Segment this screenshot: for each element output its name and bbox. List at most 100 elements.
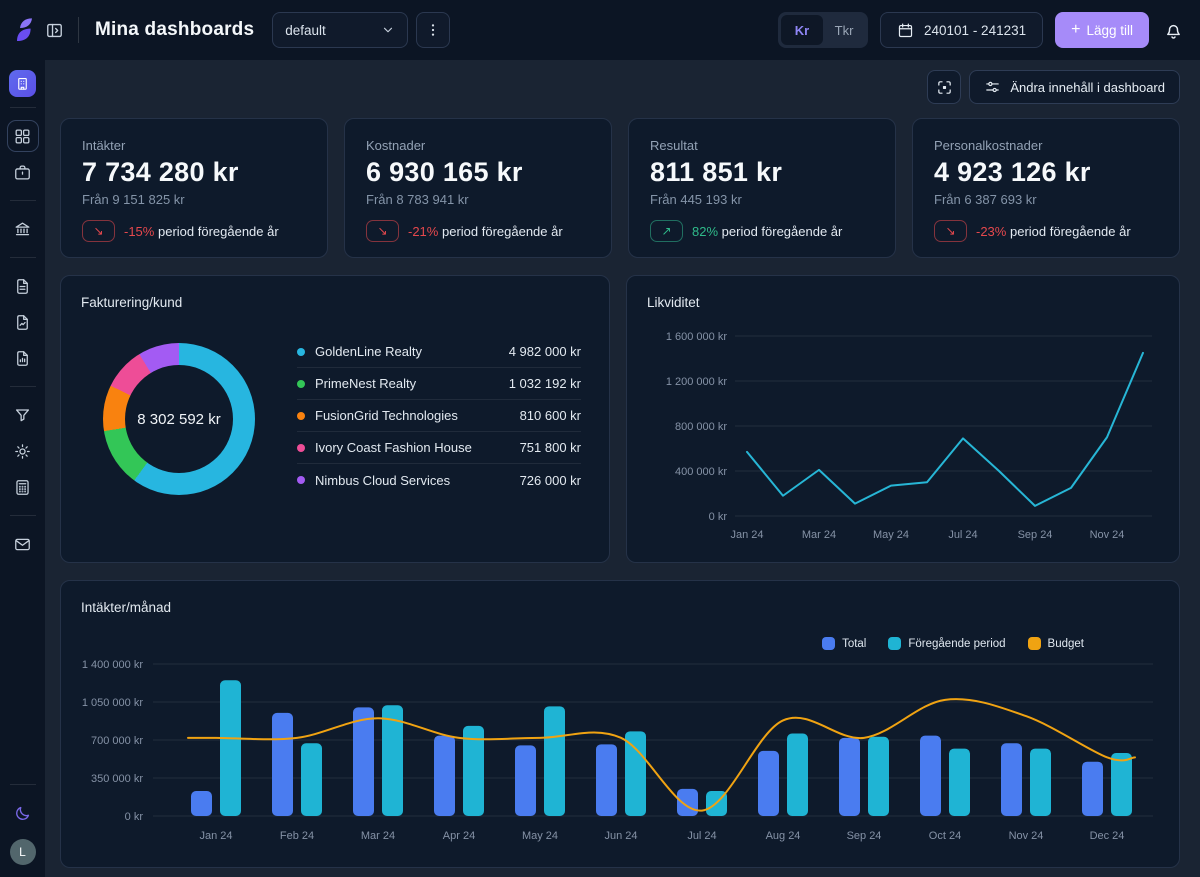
legend-row[interactable]: Ivory Coast Fashion House 751 800 kr	[297, 432, 581, 464]
svg-text:May 24: May 24	[873, 529, 909, 541]
svg-text:Sep 24: Sep 24	[1018, 529, 1053, 541]
donut-total: 8 302 592 kr	[103, 343, 255, 495]
trend-badge: ↘	[934, 220, 967, 242]
trend-badge: ↗	[650, 220, 683, 242]
chevron-down-icon	[381, 23, 395, 37]
legend-chip	[888, 637, 901, 650]
kpi-trend-row: ↘ -23% period föregående år	[934, 220, 1158, 242]
kpi-title: Intäkter	[82, 138, 306, 153]
bar-total[interactable]	[677, 789, 698, 816]
kpi-trend-row: ↘ -15% period föregående år	[82, 220, 306, 242]
sidebar-item-filter[interactable]	[7, 399, 39, 431]
customer-value: 1 032 192 kr	[509, 376, 581, 391]
bar-previous-period[interactable]	[544, 706, 565, 816]
kpi-change-percent: 82%	[692, 224, 718, 239]
bar-total[interactable]	[434, 736, 455, 816]
kpi-change-percent: -23%	[976, 224, 1006, 239]
customer-name: PrimeNest Realty	[315, 376, 416, 391]
invoicing-per-customer-card: Fakturering/kund 8 302 592 kr GoldenLine…	[60, 275, 610, 563]
bar-previous-period[interactable]	[949, 749, 970, 816]
trend-badge: ↘	[82, 220, 115, 242]
bar-total[interactable]	[353, 707, 374, 816]
unit-toggle-kr[interactable]: Kr	[781, 15, 823, 45]
svg-text:700 000 kr: 700 000 kr	[91, 735, 143, 747]
svg-text:Nov 24: Nov 24	[1090, 529, 1125, 541]
bar-total[interactable]	[515, 745, 536, 816]
sidebar-divider	[10, 107, 36, 108]
legend-row[interactable]: FusionGrid Technologies 810 600 kr	[297, 400, 581, 432]
donut-legend: GoldenLine Realty 4 982 000 kr PrimeNest…	[297, 336, 581, 496]
sidebar-item-mail[interactable]	[7, 528, 39, 560]
kpi-change-percent: -15%	[124, 224, 154, 239]
kpi-previous-value: Från 8 783 941 kr	[366, 192, 590, 207]
sidebar-toggle-button[interactable]	[45, 21, 64, 40]
fullscreen-button[interactable]	[927, 70, 961, 104]
flame-logo-icon	[8, 14, 38, 46]
sidebar-item-reports[interactable]	[7, 270, 39, 302]
bar-previous-period[interactable]	[220, 680, 241, 816]
date-range-button[interactable]: 240101 - 241231	[880, 12, 1043, 48]
add-widget-button[interactable]: + Lägg till	[1055, 12, 1149, 48]
sidebar-item-portfolio[interactable]	[7, 156, 39, 188]
svg-text:1 050 000 kr: 1 050 000 kr	[82, 697, 143, 709]
kpi-card-kostnader[interactable]: Kostnader 6 930 165 kr Från 8 783 941 kr…	[344, 118, 612, 258]
bar-total[interactable]	[272, 713, 293, 816]
trend-badge: ↘	[366, 220, 399, 242]
bar-previous-period[interactable]	[301, 743, 322, 816]
legend-dot	[297, 380, 305, 388]
legend-label: Total	[842, 638, 866, 650]
sliders-icon	[984, 79, 1001, 96]
svg-text:Apr 24: Apr 24	[443, 830, 475, 842]
sidebar-item-calculator[interactable]	[7, 471, 39, 503]
calendar-icon	[897, 22, 914, 39]
sidebar-item-bank[interactable]	[7, 213, 39, 245]
donut-chart[interactable]: 8 302 592 kr	[103, 343, 255, 495]
dashboard-actions: Ändra innehåll i dashboard	[60, 70, 1180, 104]
dashboard-menu-button[interactable]	[416, 12, 450, 48]
sidebar-divider	[10, 515, 36, 516]
sidebar-item-result-report[interactable]	[7, 306, 39, 338]
kpi-card-intakter[interactable]: Intäkter 7 734 280 kr Från 9 151 825 kr …	[60, 118, 328, 258]
legend-row[interactable]: GoldenLine Realty 4 982 000 kr	[297, 336, 581, 368]
legend-row[interactable]: Nimbus Cloud Services 726 000 kr	[297, 464, 581, 496]
bar-previous-period[interactable]	[787, 733, 808, 816]
bar-previous-period[interactable]	[868, 737, 889, 816]
legend-item-total[interactable]: Total	[822, 637, 866, 650]
bar-total[interactable]	[758, 751, 779, 816]
legend-dot	[297, 444, 305, 452]
app-logo[interactable]	[0, 0, 45, 60]
svg-text:Feb 24: Feb 24	[280, 830, 314, 842]
bar-total[interactable]	[1001, 743, 1022, 816]
notifications-button[interactable]	[1163, 20, 1184, 41]
kpi-card-resultat[interactable]: Resultat 811 851 kr Från 445 193 kr ↗ 82…	[628, 118, 896, 258]
theme-toggle[interactable]	[7, 797, 39, 829]
dashboard-select[interactable]: default	[272, 12, 408, 48]
sidebar-item-company[interactable]	[9, 70, 36, 97]
bar-total[interactable]	[839, 738, 860, 816]
kpi-card-personalkostnader[interactable]: Personalkostnader 4 923 126 kr Från 6 38…	[912, 118, 1180, 258]
svg-text:800 000 kr: 800 000 kr	[675, 421, 727, 433]
trend-down-icon: ↘	[377, 224, 387, 238]
user-avatar[interactable]: L	[10, 839, 36, 865]
sidebar-item-settings[interactable]	[7, 435, 39, 467]
bar-previous-period[interactable]	[1030, 749, 1051, 816]
bar-previous-period[interactable]	[625, 731, 646, 816]
bar-total[interactable]	[1082, 762, 1103, 816]
legend-row[interactable]: PrimeNest Realty 1 032 192 kr	[297, 368, 581, 400]
sidebar-item-budget-report[interactable]	[7, 342, 39, 374]
chart-title: Fakturering/kund	[81, 295, 589, 310]
fullscreen-icon	[936, 79, 953, 96]
unit-toggle-tkr[interactable]: Tkr	[823, 15, 865, 45]
svg-text:Mar 24: Mar 24	[361, 830, 395, 842]
legend-item-previous-period[interactable]: Föregående period	[888, 637, 1005, 650]
briefcase-icon	[13, 163, 32, 182]
edit-dashboard-button[interactable]: Ändra innehåll i dashboard	[969, 70, 1180, 104]
revenue-bar-chart[interactable]: 0 kr350 000 kr700 000 kr1 050 000 kr1 40…	[81, 654, 1159, 859]
bar-total[interactable]	[920, 736, 941, 816]
bar-total[interactable]	[596, 744, 617, 816]
bar-total[interactable]	[191, 791, 212, 816]
bar-previous-period[interactable]	[1111, 753, 1132, 816]
sidebar-item-dashboard[interactable]	[7, 120, 39, 152]
liquidity-line-chart[interactable]: 0 kr400 000 kr800 000 kr1 200 000 kr1 60…	[647, 316, 1159, 561]
legend-item-budget[interactable]: Budget	[1028, 637, 1084, 650]
